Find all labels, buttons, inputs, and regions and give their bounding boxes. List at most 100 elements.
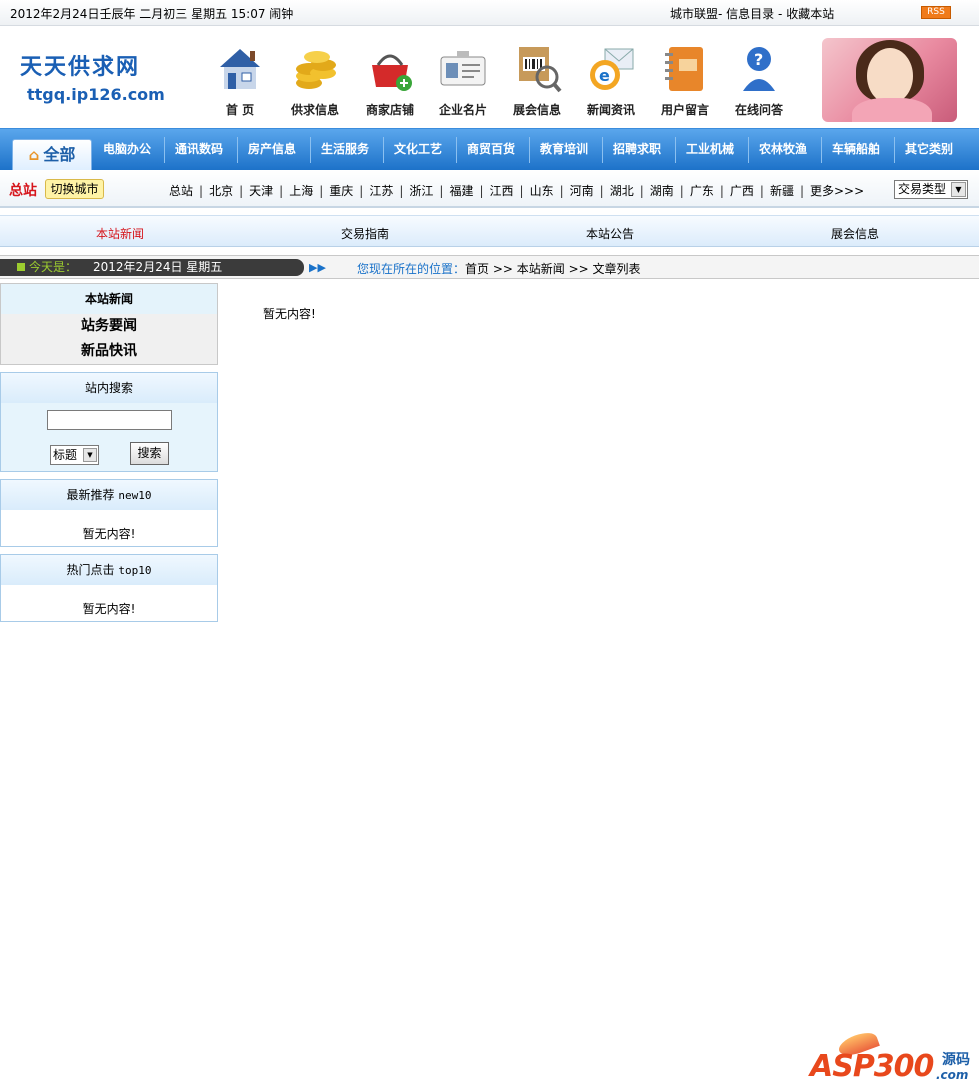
- category-item[interactable]: 电脑办公: [103, 140, 151, 157]
- nav-label: 在线问答: [734, 103, 783, 117]
- category-item[interactable]: 车辆船舶: [832, 140, 880, 157]
- city-link[interactable]: 福建: [449, 184, 473, 198]
- chevron-down-icon: ▼: [951, 182, 966, 197]
- city-link[interactable]: 总站: [169, 184, 193, 198]
- city-link[interactable]: 江苏: [369, 184, 393, 198]
- nav-home[interactable]: 首 页: [205, 43, 275, 118]
- coins-icon: [289, 43, 341, 95]
- subnav-exhibitions[interactable]: 展会信息: [831, 225, 879, 242]
- site-logo-title[interactable]: 天天供求网: [20, 49, 140, 81]
- hot-empty-text: 暂无内容!: [82, 602, 136, 616]
- news-category-item[interactable]: 新品快讯: [1, 339, 217, 364]
- city-link[interactable]: 重庆: [329, 184, 353, 198]
- id-card-icon: [437, 43, 489, 95]
- city-link[interactable]: 河南: [570, 184, 594, 198]
- city-link[interactable]: 广西: [730, 184, 754, 198]
- top-links: 城市联盟- 信息目录 - 收藏本站: [670, 5, 834, 22]
- category-item[interactable]: 招聘求职: [613, 140, 661, 157]
- category-item[interactable]: 商贸百货: [467, 140, 515, 157]
- news-box: 本站新闻 站务要闻 新品快讯: [0, 283, 218, 365]
- hot-box: 热门点击 top10 暂无内容!: [0, 554, 218, 622]
- today-value: 2012年2月24日 星期五: [93, 260, 223, 274]
- nav-exhibitions[interactable]: 展会信息: [502, 43, 572, 118]
- nav-shops[interactable]: 商家店铺: [355, 43, 425, 118]
- info-directory-link[interactable]: 信息目录: [726, 7, 774, 21]
- nav-supply-demand[interactable]: 供求信息: [280, 43, 350, 118]
- chevron-down-icon: ▼: [83, 448, 97, 462]
- category-item[interactable]: 房产信息: [248, 140, 296, 157]
- category-item[interactable]: 农林牧渔: [759, 140, 807, 157]
- trade-type-value: 交易类型: [898, 182, 947, 196]
- top-bar: 2012年2月24日壬辰年 二月初三 星期五 15:07 闹钟 城市联盟- 信息…: [0, 0, 979, 26]
- city-link[interactable]: 湖南: [650, 184, 674, 198]
- search-box-title: 站内搜索: [1, 373, 217, 403]
- category-all-label: 全部: [43, 145, 76, 164]
- nav-messages[interactable]: 用户留言: [650, 43, 720, 118]
- watermark-suffix-en: .com: [936, 1068, 969, 1082]
- svg-text:?: ?: [754, 50, 763, 69]
- links-separator: -: [778, 7, 783, 21]
- category-item[interactable]: 工业机械: [686, 140, 734, 157]
- help-person-icon: ?: [733, 43, 785, 95]
- trade-type-select[interactable]: 交易类型 ▼: [894, 180, 968, 199]
- search-field-select[interactable]: 标题 ▼: [50, 445, 99, 465]
- rss-button[interactable]: RSS: [921, 6, 951, 19]
- city-link[interactable]: 天津: [249, 184, 273, 198]
- bookmark-link[interactable]: 收藏本站: [786, 7, 834, 21]
- recommend-empty-text: 暂无内容!: [82, 527, 136, 541]
- category-item[interactable]: 生活服务: [321, 140, 369, 157]
- hot-title-cn: 热门点击: [66, 563, 115, 577]
- svg-text:e: e: [599, 66, 610, 85]
- subnav-trade-guide[interactable]: 交易指南: [341, 225, 389, 242]
- recommend-box-title: 最新推荐 new10: [1, 480, 217, 510]
- hot-title-en: top10: [118, 564, 152, 577]
- nav-label: 新闻资讯: [586, 103, 635, 117]
- search-button[interactable]: 搜索: [130, 442, 169, 465]
- recommend-title-en: new10: [118, 489, 152, 502]
- nav-label: 企业名片: [438, 103, 487, 117]
- category-all-tab[interactable]: ⌂ 全部: [12, 139, 92, 170]
- nav-qa[interactable]: ? 在线问答: [724, 43, 794, 118]
- city-alliance-link[interactable]: 城市联盟-: [670, 7, 722, 21]
- subnav-announcements[interactable]: 本站公告: [586, 225, 634, 242]
- city-link[interactable]: 新疆: [770, 184, 794, 198]
- site-logo-url[interactable]: ttgq.ip126.com: [27, 85, 165, 104]
- nav-business-cards[interactable]: 企业名片: [428, 43, 498, 118]
- category-item[interactable]: 教育培训: [540, 140, 588, 157]
- notebook-icon: [659, 43, 711, 95]
- switch-city-button[interactable]: 切换城市: [45, 179, 104, 199]
- nav-label: 商家店铺: [365, 103, 414, 117]
- recommend-title-cn: 最新推荐: [66, 488, 115, 502]
- breadcrumb: 您现在所在的位置：首页 >> 本站新闻 >> 文章列表: [357, 260, 641, 277]
- news-category-item[interactable]: 站务要闻: [1, 314, 217, 339]
- category-item[interactable]: 通讯数码: [175, 140, 223, 157]
- hot-box-title: 热门点击 top10: [1, 555, 217, 585]
- breadcrumb-bar: 今天是： 2012年2月24日 星期五 ▶▶ 您现在所在的位置：首页 >> 本站新…: [0, 255, 979, 279]
- city-link[interactable]: 北京: [209, 184, 233, 198]
- more-cities-link[interactable]: 更多>>>: [810, 184, 864, 198]
- city-link[interactable]: 广东: [690, 184, 714, 198]
- category-item[interactable]: 其它类别: [905, 140, 953, 157]
- nav-news[interactable]: e 新闻资讯: [576, 43, 646, 118]
- basket-icon: [364, 43, 416, 95]
- watermark-brand: ASP300: [810, 1049, 934, 1084]
- breadcrumb-path[interactable]: 首页 >> 本站新闻 >> 文章列表: [465, 262, 640, 276]
- category-item[interactable]: 文化工艺: [394, 140, 442, 157]
- city-link[interactable]: 山东: [530, 184, 554, 198]
- main-station-label: 总站: [9, 183, 37, 199]
- city-link[interactable]: 湖北: [610, 184, 634, 198]
- date-text: 2012年2月24日壬辰年 二月初三 星期五 15:07 闹钟: [10, 7, 294, 21]
- subnav-site-news[interactable]: 本站新闻: [96, 225, 144, 242]
- double-arrow-icon: ▶▶: [309, 261, 326, 274]
- today-panel: 今天是： 2012年2月24日 星期五: [0, 259, 304, 276]
- city-link[interactable]: 浙江: [409, 184, 433, 198]
- news-box-title: 本站新闻: [1, 284, 217, 314]
- main-empty-text: 暂无内容!: [263, 307, 316, 321]
- recommend-box: 最新推荐 new10 暂无内容!: [0, 479, 218, 547]
- today-label: 今天是：: [29, 260, 78, 274]
- city-link[interactable]: 上海: [289, 184, 313, 198]
- search-input[interactable]: [47, 410, 172, 430]
- city-link[interactable]: 江西: [490, 184, 514, 198]
- header: 天天供求网 ttgq.ip126.com 首 页 供求信息 商家店铺 企业名片 …: [0, 27, 979, 127]
- city-bar: 总站 切换城市 总站 | 北京 | 天津 | 上海 | 重庆 | 江苏 | 浙江 | 福建 | 江西 | 山东 | 河南…: [0, 170, 979, 208]
